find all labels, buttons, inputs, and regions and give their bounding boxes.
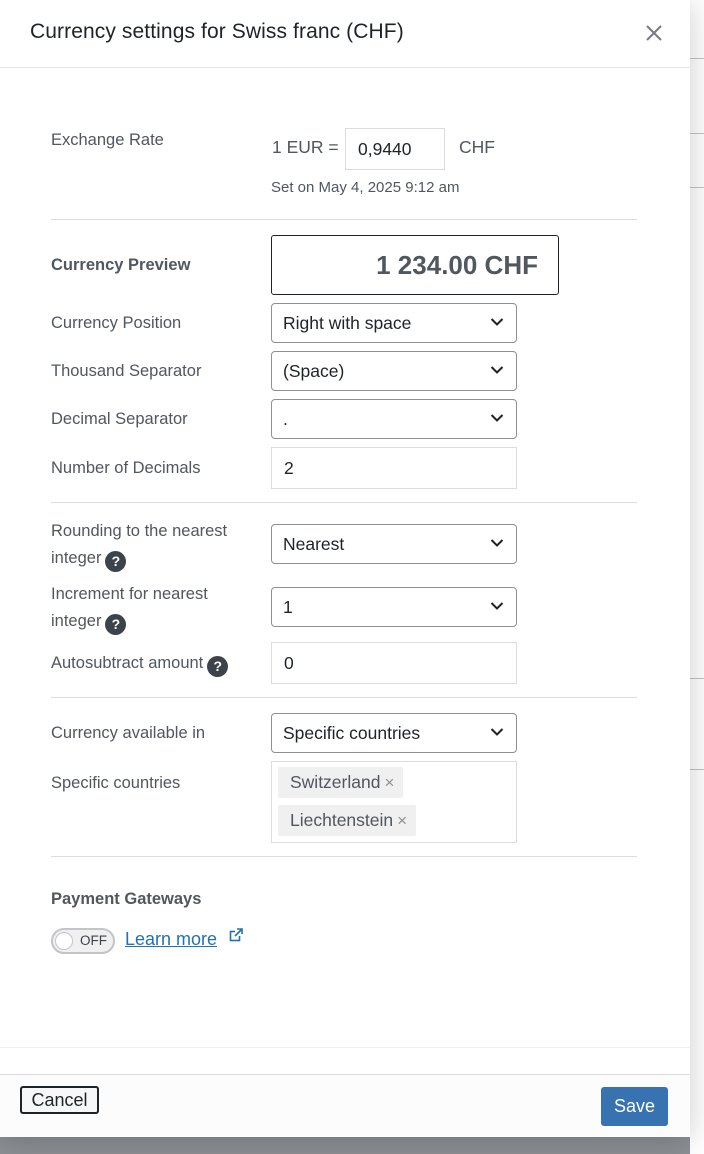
exchange-rate-label: Exchange Rate	[51, 131, 164, 149]
modal-header: Currency settings for Swiss franc (CHF)	[0, 0, 690, 68]
content-bottom-border	[0, 1047, 690, 1048]
section-divider	[51, 219, 637, 220]
increment-value: 1	[283, 597, 293, 617]
rounding-select[interactable]: Nearest	[271, 524, 517, 564]
chevron-down-icon	[490, 728, 504, 736]
help-icon[interactable]: ?	[207, 656, 229, 677]
exchange-rate-prefix: 1 EUR =	[272, 137, 339, 157]
chevron-down-icon	[490, 318, 504, 326]
section-divider	[51, 856, 637, 857]
increment-label-line2: integer	[51, 612, 102, 630]
thousand-separator-value: (Space)	[283, 361, 345, 381]
decimal-separator-select[interactable]: .	[271, 399, 517, 439]
exchange-rate-input[interactable]: 0,9440	[345, 128, 445, 170]
learn-more-link[interactable]: Learn more	[125, 926, 217, 952]
decimal-separator-value: .	[283, 409, 288, 429]
chevron-down-icon	[490, 602, 504, 610]
currency-position-label: Currency Position	[51, 314, 182, 332]
save-button[interactable]: Save	[601, 1087, 668, 1126]
background-divider	[690, 133, 704, 134]
currency-settings-modal: Currency settings for Swiss franc (CHF) …	[0, 0, 690, 1137]
toggle-state-label: OFF	[80, 933, 107, 948]
availability-label: Currency available in	[51, 724, 206, 742]
background-divider	[690, 678, 704, 679]
currency-preview-box: 1 234.00 CHF	[271, 235, 559, 295]
increment-label-line1: Increment for nearest	[51, 585, 208, 603]
remove-icon[interactable]: ×	[397, 811, 407, 830]
background-divider	[690, 187, 704, 188]
increment-label: Increment for nearest integer?	[51, 581, 208, 635]
remove-icon[interactable]: ×	[384, 773, 394, 792]
payment-gateways-toggle[interactable]: OFF	[51, 928, 115, 954]
increment-select[interactable]: 1	[271, 587, 517, 627]
thousand-separator-select[interactable]: (Space)	[271, 351, 517, 391]
chevron-down-icon	[490, 414, 504, 422]
background-page-strip	[690, 0, 704, 1154]
section-divider	[51, 502, 637, 503]
chevron-down-icon	[490, 366, 504, 374]
modal-title: Currency settings for Swiss franc (CHF)	[30, 20, 404, 43]
background-divider	[690, 769, 704, 770]
help-icon[interactable]: ?	[105, 614, 127, 635]
currency-position-select[interactable]: Right with space	[271, 303, 517, 343]
specific-countries-label: Specific countries	[51, 774, 181, 792]
close-button[interactable]	[640, 19, 668, 47]
cancel-button[interactable]: Cancel	[20, 1086, 99, 1114]
availability-select[interactable]: Specific countries	[271, 713, 517, 753]
modal-footer: Cancel Save	[0, 1074, 690, 1137]
number-of-decimals-input[interactable]: 2	[271, 447, 517, 489]
external-link-icon	[229, 928, 243, 942]
currency-position-value: Right with space	[283, 313, 412, 333]
chevron-down-icon	[490, 539, 504, 547]
autosubtract-label: Autosubtract amount?	[51, 650, 229, 677]
payment-gateways-heading: Payment Gateways	[51, 890, 202, 908]
toggle-knob	[55, 932, 73, 950]
country-chip: Liechtenstein ×	[278, 805, 417, 836]
rounding-label-line1: Rounding to the nearest	[51, 522, 228, 540]
number-of-decimals-label: Number of Decimals	[51, 459, 201, 477]
rounding-value: Nearest	[283, 534, 345, 554]
availability-value: Specific countries	[283, 723, 421, 743]
help-icon[interactable]: ?	[105, 551, 127, 572]
rounding-label: Rounding to the nearest integer?	[51, 518, 227, 572]
section-divider	[51, 697, 637, 698]
country-chip: Switzerland ×	[278, 767, 404, 798]
exchange-rate-timestamp: Set on May 4, 2025 9:12 am	[271, 179, 460, 196]
exchange-rate-currency: CHF	[459, 137, 495, 157]
autosubtract-input[interactable]: 0	[271, 642, 517, 684]
close-icon	[646, 25, 662, 41]
rounding-label-line2: integer	[51, 549, 102, 567]
currency-preview-label: Currency Preview	[51, 256, 191, 274]
specific-countries-field[interactable]: Switzerland × Liechtenstein ×	[271, 761, 517, 843]
country-chip-label: Liechtenstein	[290, 810, 394, 830]
background-divider	[690, 58, 704, 59]
decimal-separator-label: Decimal Separator	[51, 410, 188, 428]
thousand-separator-label: Thousand Separator	[51, 362, 202, 380]
autosubtract-label-text: Autosubtract amount	[51, 654, 204, 672]
country-chip-label: Switzerland	[290, 772, 381, 792]
